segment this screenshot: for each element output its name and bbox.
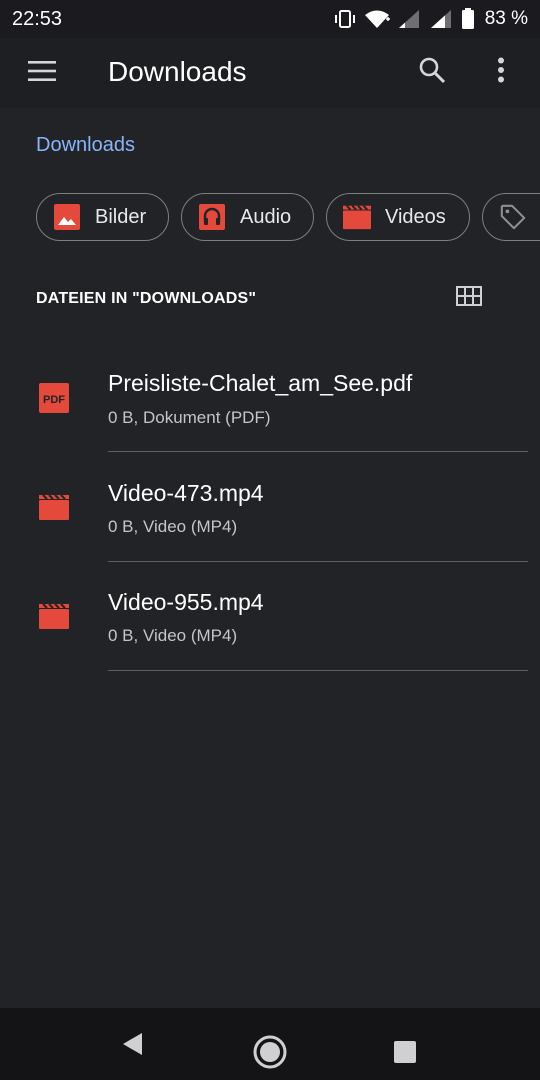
headphones-icon [198, 203, 226, 231]
movie-icon [343, 203, 371, 231]
divider [108, 670, 528, 671]
status-icons: 83 % [333, 8, 528, 30]
page-title: Downloads [108, 56, 247, 87]
menu-button[interactable] [18, 55, 66, 91]
recents-icon[interactable] [393, 1040, 417, 1064]
movie-icon [38, 491, 70, 523]
breadcrumb[interactable]: Downloads [36, 134, 135, 157]
signal-icon [429, 8, 455, 30]
tag-icon [499, 203, 527, 231]
file-meta: 0 B, Dokument (PDF) [108, 408, 271, 427]
search-button[interactable] [410, 52, 454, 92]
list-item[interactable]: PDF Preisliste-Chalet_am_See.pdf 0 B, Do… [0, 345, 540, 455]
chip-label: Bilder [95, 205, 147, 228]
signal-icon [397, 8, 423, 30]
filter-chips: Bilder Audio Videos [36, 193, 540, 241]
image-icon [53, 203, 81, 231]
file-name: Preisliste-Chalet_am_See.pdf [108, 370, 413, 396]
file-name: Video-955.mp4 [108, 589, 264, 615]
status-time: 22:53 [12, 7, 63, 30]
list-item[interactable]: Video-955.mp4 0 B, Video (MP4) [0, 564, 540, 674]
divider [108, 451, 528, 452]
chip-label: Audio [240, 205, 292, 228]
chip-label: Videos [385, 205, 446, 228]
movie-icon [38, 600, 70, 632]
system-nav-bar [0, 1008, 540, 1080]
file-meta: 0 B, Video (MP4) [108, 626, 238, 645]
chip-audio[interactable]: Audio [181, 193, 314, 241]
pdf-icon: PDF [38, 382, 70, 414]
battery-percentage: 83 % [484, 8, 528, 29]
file-meta: 0 B, Video (MP4) [108, 517, 238, 536]
chip-videos[interactable]: Videos [326, 193, 470, 241]
chip-more[interactable] [482, 193, 540, 241]
list-item[interactable]: Video-473.mp4 0 B, Video (MP4) [0, 455, 540, 565]
file-name: Video-473.mp4 [108, 480, 264, 506]
svg-text:PDF: PDF [43, 394, 65, 406]
app-bar: Downloads [0, 38, 540, 108]
grid-view-icon [456, 285, 482, 311]
section-title: DATEIEN IN "DOWNLOADS" [36, 290, 257, 307]
vibrate-icon [333, 8, 357, 30]
chip-bilder[interactable]: Bilder [36, 193, 169, 241]
battery-icon [461, 8, 475, 30]
search-icon [418, 56, 446, 89]
hamburger-menu-icon [28, 60, 56, 86]
home-icon[interactable] [252, 1034, 288, 1070]
more-options-button[interactable] [482, 52, 520, 92]
wifi-icon [363, 8, 391, 30]
more-vert-icon [497, 57, 505, 88]
status-bar: 22:53 83 % [0, 0, 540, 38]
divider [108, 561, 528, 562]
grid-view-toggle[interactable] [452, 283, 486, 313]
back-icon[interactable] [120, 1030, 148, 1058]
